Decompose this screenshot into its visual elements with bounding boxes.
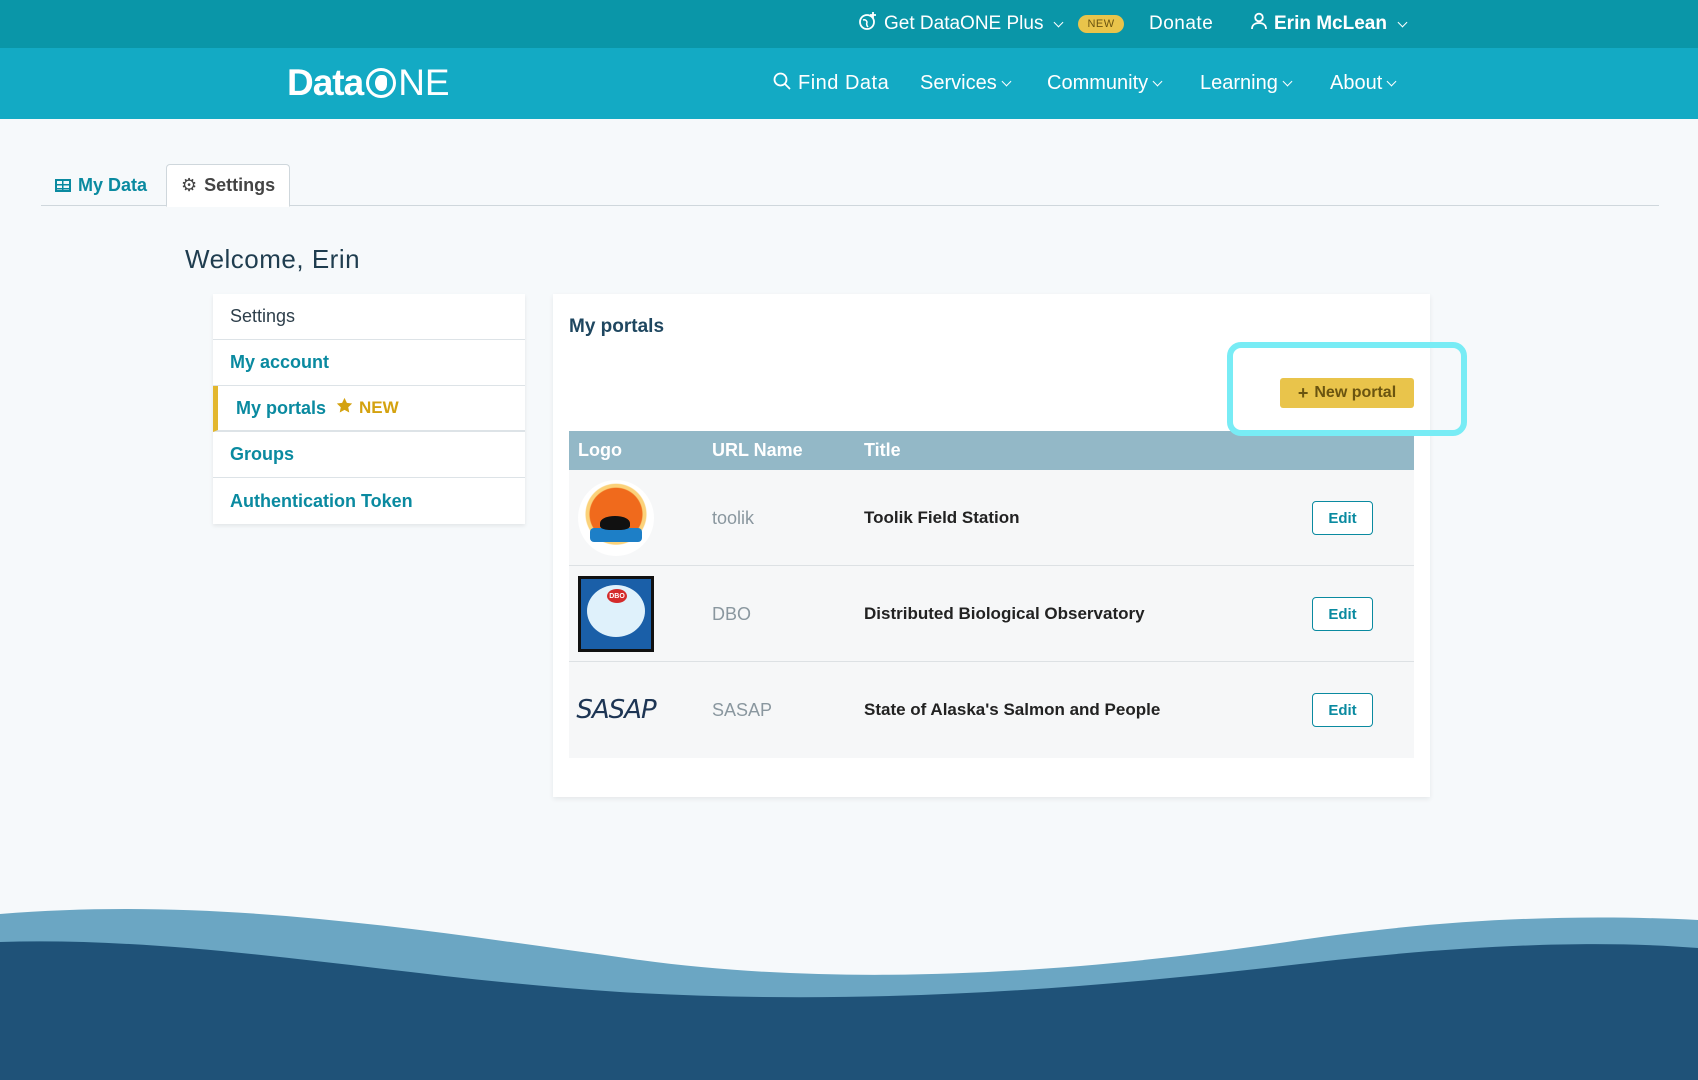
chevron-down-icon [1054, 17, 1064, 27]
table-icon [55, 178, 71, 192]
logo-text-one: NE [398, 62, 450, 103]
new-badge: NEW [1078, 15, 1124, 33]
table-row: SASAP SASAP State of Alaska's Salmon and… [569, 662, 1414, 758]
portal-logo-dbo [578, 576, 654, 652]
nav-learning-label: Learning [1200, 72, 1278, 94]
donate-link[interactable]: Donate [1149, 0, 1213, 48]
nav-find-data[interactable]: Find Data [773, 48, 889, 119]
user-icon [1250, 12, 1268, 36]
table-row: DBO Distributed Biological Observatory E… [569, 566, 1414, 662]
edit-portal-button[interactable]: Edit [1312, 597, 1373, 631]
nav-about-label: About [1330, 72, 1383, 94]
nav-find-data-label: Find Data [798, 72, 890, 94]
logo-text-data: Data [287, 62, 364, 103]
portal-title: Distributed Biological Observatory [864, 604, 1145, 623]
sidebar-item-my-account[interactable]: My account [213, 340, 525, 386]
star-icon [336, 397, 353, 419]
get-dataone-plus-menu[interactable]: Get DataONE Plus NEW [858, 0, 1124, 48]
tab-my-data-label: My Data [78, 174, 148, 195]
tab-settings[interactable]: ⚙ Settings [166, 164, 291, 207]
edit-portal-button[interactable]: Edit [1312, 501, 1373, 535]
globe-icon [366, 68, 397, 98]
portal-title: State of Alaska's Salmon and People [864, 700, 1161, 719]
sidebar-heading: Settings [213, 294, 525, 340]
portal-logo-toolik [578, 480, 654, 556]
portal-logo-sasap: SASAP [576, 695, 656, 725]
tab-settings-label: Settings [204, 175, 276, 195]
page-tabs: My Data ⚙ Settings [41, 164, 1659, 207]
portals-title: My portals [569, 316, 665, 337]
new-badge: NEW [336, 397, 399, 419]
top-utility-bar: Get DataONE Plus NEW Donate Erin McLean [0, 0, 1698, 48]
settings-sidebar: Settings My account My portals NEW Group… [213, 294, 525, 524]
nav-services-label: Services [920, 72, 997, 94]
sidebar-item-authentication-token[interactable]: Authentication Token [213, 478, 525, 524]
dataone-logo[interactable]: Data NE [287, 62, 450, 104]
chevron-down-icon [1386, 76, 1397, 87]
gear-icon: ⚙ [181, 175, 198, 195]
portal-title: Toolik Field Station [864, 508, 1020, 527]
column-header-title: Title [864, 440, 901, 460]
portals-table: Logo URL Name Title toolik Toolik Field … [569, 431, 1414, 758]
chevron-down-icon [1001, 76, 1012, 87]
nav-community-label: Community [1047, 72, 1149, 94]
column-header-logo: Logo [578, 440, 622, 460]
sidebar-item-label: My portals [236, 397, 327, 418]
globe-plus-icon [858, 11, 878, 37]
tab-my-data[interactable]: My Data [41, 164, 161, 206]
get-dataone-plus-label: Get DataONE Plus [884, 13, 1044, 34]
user-menu[interactable]: Erin McLean [1250, 0, 1408, 48]
user-name: Erin McLean [1274, 13, 1387, 34]
portal-url-name: DBO [712, 603, 752, 624]
footer-waves [0, 908, 1698, 1080]
page-title: Welcome, Erin [185, 244, 361, 274]
nav-community[interactable]: Community [1047, 48, 1163, 119]
nav-learning[interactable]: Learning [1200, 48, 1293, 119]
highlight-box [1227, 342, 1467, 436]
table-header: Logo URL Name Title [569, 431, 1414, 470]
nav-services[interactable]: Services [920, 48, 1012, 119]
portal-url-name: SASAP [712, 699, 773, 720]
table-row: toolik Toolik Field Station Edit [569, 470, 1414, 566]
sidebar-item-groups[interactable]: Groups [213, 432, 525, 478]
new-badge-label: NEW [359, 398, 399, 417]
column-header-url-name: URL Name [712, 440, 803, 460]
sidebar-item-my-portals[interactable]: My portals NEW [213, 386, 525, 432]
search-icon [773, 72, 791, 96]
chevron-down-icon [1397, 17, 1408, 27]
edit-portal-button[interactable]: Edit [1312, 693, 1373, 727]
chevron-down-icon [1282, 76, 1293, 87]
portal-url-name: toolik [712, 507, 755, 528]
chevron-down-icon [1152, 76, 1163, 87]
nav-about[interactable]: About [1330, 48, 1397, 119]
main-navbar: Data NE Find Data Services Community Lea… [0, 48, 1698, 119]
